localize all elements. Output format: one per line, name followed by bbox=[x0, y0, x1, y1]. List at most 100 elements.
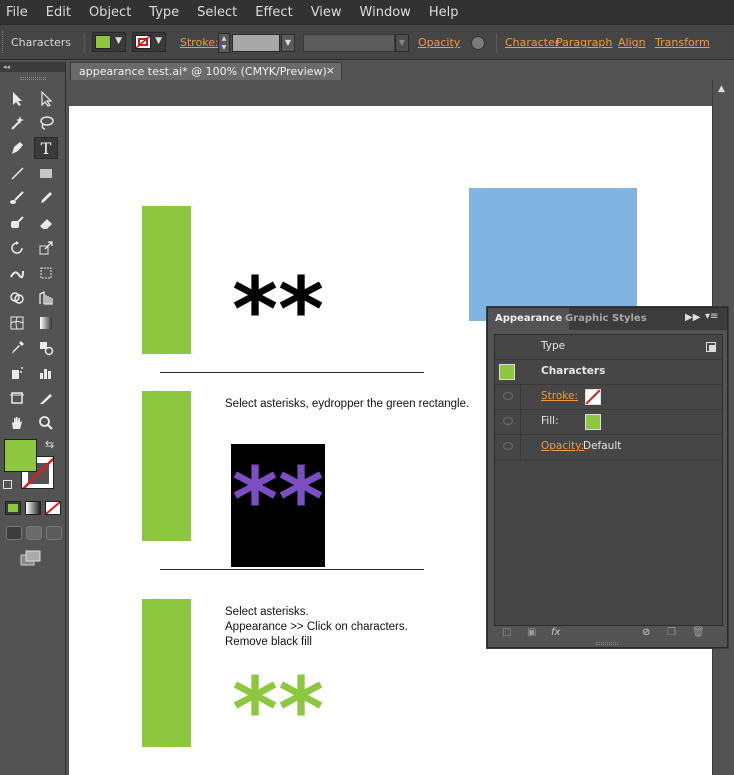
close-icon[interactable]: × bbox=[326, 64, 335, 77]
stroke-weight-stepper[interactable]: ▲ ▼ bbox=[218, 33, 230, 53]
rotate-tool[interactable] bbox=[5, 237, 29, 259]
none-mode-button[interactable] bbox=[45, 501, 61, 515]
default-colors-icon[interactable] bbox=[3, 480, 12, 489]
blend-tool[interactable] bbox=[34, 337, 58, 359]
instruction-line-3[interactable]: Remove black fill bbox=[225, 635, 312, 650]
gradient-mode-button[interactable] bbox=[25, 501, 41, 515]
fill-color-swatch[interactable] bbox=[585, 414, 601, 430]
appearance-row-opacity[interactable]: Opacity: Default bbox=[495, 435, 722, 460]
green-rectangle[interactable] bbox=[142, 206, 191, 354]
stroke-label[interactable]: Stroke: bbox=[541, 390, 578, 402]
instruction-line-1[interactable]: Select asterisks. bbox=[225, 605, 309, 620]
characters-label[interactable]: Characters bbox=[541, 365, 605, 377]
menu-effect[interactable]: Effect bbox=[253, 5, 300, 20]
variable-width-profile[interactable] bbox=[303, 34, 395, 52]
menu-type[interactable]: Type bbox=[147, 5, 187, 20]
instruction-text-1[interactable]: Select asterisks, eydropper the green re… bbox=[225, 397, 469, 412]
panel-menu-icon[interactable]: ▾≡ bbox=[705, 311, 718, 322]
screen-mode-icon[interactable] bbox=[20, 550, 41, 566]
slice-tool[interactable] bbox=[34, 387, 58, 409]
instruction-line-2[interactable]: Appearance >> Click on characters. bbox=[225, 620, 408, 635]
menu-select[interactable]: Select bbox=[195, 5, 245, 20]
menu-view[interactable]: View bbox=[309, 5, 350, 20]
zoom-tool[interactable] bbox=[34, 412, 58, 434]
column-graph-tool[interactable] bbox=[34, 362, 58, 384]
paragraph-link[interactable]: Paragraph bbox=[556, 36, 612, 49]
transform-link[interactable]: Transform bbox=[655, 36, 710, 49]
menu-window[interactable]: Window bbox=[358, 5, 419, 20]
opacity-link[interactable]: Opacity bbox=[418, 36, 460, 49]
toolbox-header[interactable]: ◂◂ bbox=[0, 62, 65, 72]
divider-line[interactable] bbox=[160, 569, 424, 570]
stroke-none-swatch[interactable] bbox=[585, 389, 601, 405]
stroke-link[interactable]: Stroke: bbox=[180, 36, 219, 49]
document-tab[interactable]: appearance test.ai* @ 100% (CMYK/Preview… bbox=[70, 62, 342, 80]
blob-brush-tool[interactable] bbox=[5, 212, 29, 234]
tab-graphic-styles[interactable]: Graphic Styles bbox=[558, 308, 654, 330]
fill-label[interactable]: Fill: bbox=[541, 415, 559, 427]
appearance-row-fill[interactable]: Fill: bbox=[495, 410, 722, 435]
fill-swatch-dropdown[interactable]: ▼ bbox=[92, 32, 126, 52]
tab-appearance[interactable]: Appearance bbox=[488, 308, 570, 330]
menu-file[interactable]: File bbox=[4, 5, 36, 20]
stroke-weight-field[interactable] bbox=[232, 34, 280, 52]
eye-icon[interactable] bbox=[503, 442, 513, 450]
direct-selection-tool[interactable] bbox=[34, 88, 58, 110]
panel-resize-grip[interactable] bbox=[596, 642, 618, 645]
selection-tool[interactable] bbox=[5, 88, 29, 110]
pen-tool[interactable] bbox=[5, 137, 29, 159]
color-mode-button[interactable] bbox=[5, 501, 21, 515]
add-new-stroke-icon[interactable]: □ bbox=[502, 627, 511, 638]
green-rectangle[interactable] bbox=[142, 599, 191, 747]
line-tool[interactable] bbox=[5, 162, 29, 184]
appearance-row-characters[interactable]: Characters bbox=[495, 360, 722, 385]
draw-inside-icon[interactable] bbox=[46, 526, 62, 540]
stroke-swatch-dropdown[interactable]: ▼ bbox=[132, 32, 166, 52]
add-new-effect-icon[interactable]: fx bbox=[551, 627, 560, 638]
draw-behind-icon[interactable] bbox=[26, 526, 42, 540]
menu-help[interactable]: Help bbox=[427, 5, 467, 20]
gradient-tool[interactable] bbox=[34, 312, 58, 334]
menu-object[interactable]: Object bbox=[87, 5, 139, 20]
opacity-label[interactable]: Opacity: bbox=[541, 440, 584, 452]
symbol-sprayer-tool[interactable] bbox=[5, 362, 29, 384]
mesh-tool[interactable] bbox=[5, 312, 29, 334]
scale-tool[interactable] bbox=[34, 237, 58, 259]
swap-fill-stroke-icon[interactable]: ⇆ bbox=[45, 438, 54, 451]
green-asterisks[interactable]: ** bbox=[232, 666, 324, 754]
draw-normal-icon[interactable] bbox=[6, 526, 22, 540]
profile-dropdown[interactable]: ▼ bbox=[395, 34, 409, 52]
menu-edit[interactable]: Edit bbox=[44, 5, 79, 20]
blue-rectangle[interactable] bbox=[469, 188, 637, 321]
free-transform-tool[interactable] bbox=[34, 262, 58, 284]
lasso-tool[interactable] bbox=[34, 112, 58, 134]
thumbnail-toggle-icon[interactable] bbox=[706, 342, 716, 352]
paintbrush-tool[interactable] bbox=[5, 187, 29, 209]
artboard-tool[interactable] bbox=[5, 387, 29, 409]
green-rectangle[interactable] bbox=[142, 391, 191, 541]
eye-icon[interactable] bbox=[503, 392, 513, 400]
control-bar-grip[interactable] bbox=[2, 31, 5, 53]
stroke-weight-dropdown[interactable]: ▼ bbox=[281, 34, 295, 52]
purple-asterisks[interactable]: ** bbox=[232, 456, 324, 544]
hand-tool[interactable] bbox=[5, 412, 29, 434]
collapse-panel-icon[interactable]: ▶▶ bbox=[685, 312, 700, 323]
appearance-row-stroke[interactable]: Stroke: bbox=[495, 385, 722, 410]
scroll-up-arrow-icon[interactable]: ▲ bbox=[718, 84, 725, 94]
character-link[interactable]: Character bbox=[505, 36, 559, 49]
eyedropper-tool[interactable] bbox=[5, 337, 29, 359]
rectangle-tool[interactable] bbox=[34, 162, 58, 184]
toolbox-grip[interactable] bbox=[0, 72, 65, 84]
clear-appearance-icon[interactable]: ⊘ bbox=[642, 627, 650, 638]
fill-color-box[interactable] bbox=[4, 439, 37, 472]
type-tool[interactable]: T bbox=[34, 137, 58, 159]
perspective-grid-tool[interactable] bbox=[34, 287, 58, 309]
black-asterisks[interactable]: ** bbox=[232, 266, 324, 354]
divider-line[interactable] bbox=[160, 372, 424, 373]
warp-tool[interactable] bbox=[5, 262, 29, 284]
add-new-fill-icon[interactable]: ▣ bbox=[527, 627, 536, 638]
eraser-tool[interactable] bbox=[34, 212, 58, 234]
delete-item-icon[interactable]: 🗑 bbox=[692, 627, 705, 638]
align-link[interactable]: Align bbox=[618, 36, 646, 49]
pencil-tool[interactable] bbox=[34, 187, 58, 209]
